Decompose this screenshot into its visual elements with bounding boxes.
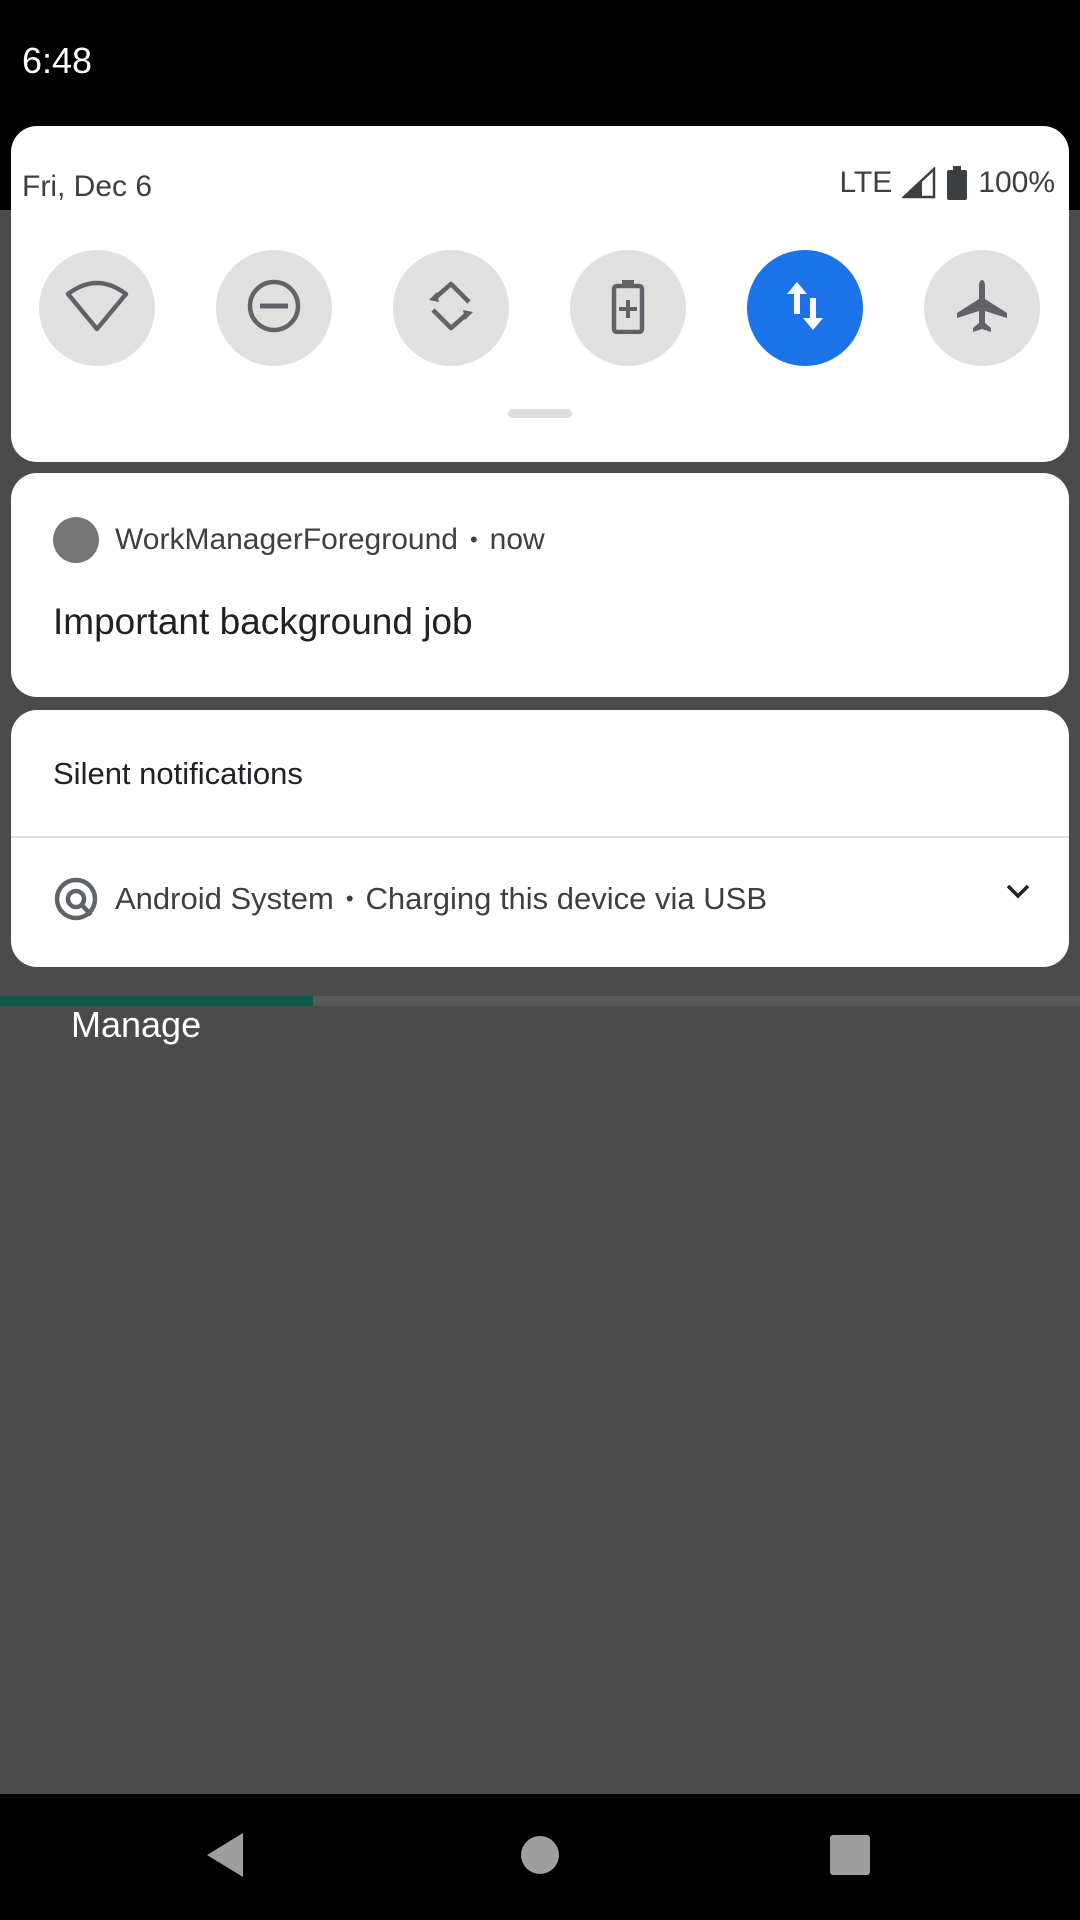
- qs-status-icons: LTE 100%: [839, 166, 1055, 200]
- notification-app-name: WorkManagerForeground: [115, 523, 458, 556]
- network-type: LTE: [839, 166, 893, 199]
- back-icon: [203, 1831, 247, 1884]
- back-button[interactable]: [192, 1824, 258, 1890]
- quick-tiles: [39, 250, 1051, 366]
- qs-date[interactable]: Fri, Dec 6: [22, 170, 152, 204]
- home-button[interactable]: [507, 1824, 573, 1890]
- battery-percent: 100%: [978, 166, 1055, 199]
- notification-header: WorkManagerForeground • now: [53, 517, 545, 563]
- chevron-down-icon[interactable]: [1005, 882, 1031, 900]
- battery-icon: [946, 166, 968, 200]
- android-system-notification[interactable]: Android System • Charging this device vi…: [53, 874, 767, 924]
- notification-title: Important background job: [53, 601, 473, 642]
- system-separator: •: [345, 886, 354, 911]
- wifi-icon: [65, 280, 129, 337]
- recents-button[interactable]: [817, 1824, 883, 1890]
- recents-icon: [830, 1834, 870, 1880]
- tile-wifi[interactable]: [39, 250, 155, 366]
- battery-saver-icon: [610, 278, 646, 339]
- navigation-bar: [0, 1794, 1080, 1920]
- home-icon: [520, 1835, 560, 1880]
- notification-card[interactable]: WorkManagerForeground • now Important ba…: [11, 473, 1069, 697]
- clock: 6:48: [22, 40, 93, 81]
- android-system-icon: [53, 876, 99, 922]
- mobile-data-icon: [783, 278, 827, 339]
- tile-auto-rotate[interactable]: [393, 250, 509, 366]
- header-separator: •: [469, 527, 478, 552]
- notification-time: now: [489, 523, 545, 556]
- tile-do-not-disturb[interactable]: [216, 250, 332, 366]
- do-not-disturb-icon: [246, 278, 302, 339]
- airplane-mode-icon: [953, 277, 1011, 340]
- signal-icon: [902, 167, 936, 199]
- divider: [11, 836, 1069, 838]
- system-app-name: Android System: [115, 881, 334, 916]
- silent-header: Silent notifications: [53, 756, 303, 791]
- quick-settings-panel: Fri, Dec 6 LTE 100%: [11, 126, 1069, 462]
- system-text: Charging this device via USB: [365, 881, 768, 916]
- tile-battery-saver[interactable]: [570, 250, 686, 366]
- tile-airplane-mode[interactable]: [924, 250, 1040, 366]
- silent-notifications-card: Silent notifications Android System • Ch…: [11, 710, 1069, 967]
- auto-rotate-icon: [423, 278, 479, 339]
- app-icon: [53, 517, 99, 563]
- manage-button[interactable]: Manage: [71, 1000, 201, 1050]
- tile-mobile-data[interactable]: [747, 250, 863, 366]
- drag-handle[interactable]: [508, 409, 572, 418]
